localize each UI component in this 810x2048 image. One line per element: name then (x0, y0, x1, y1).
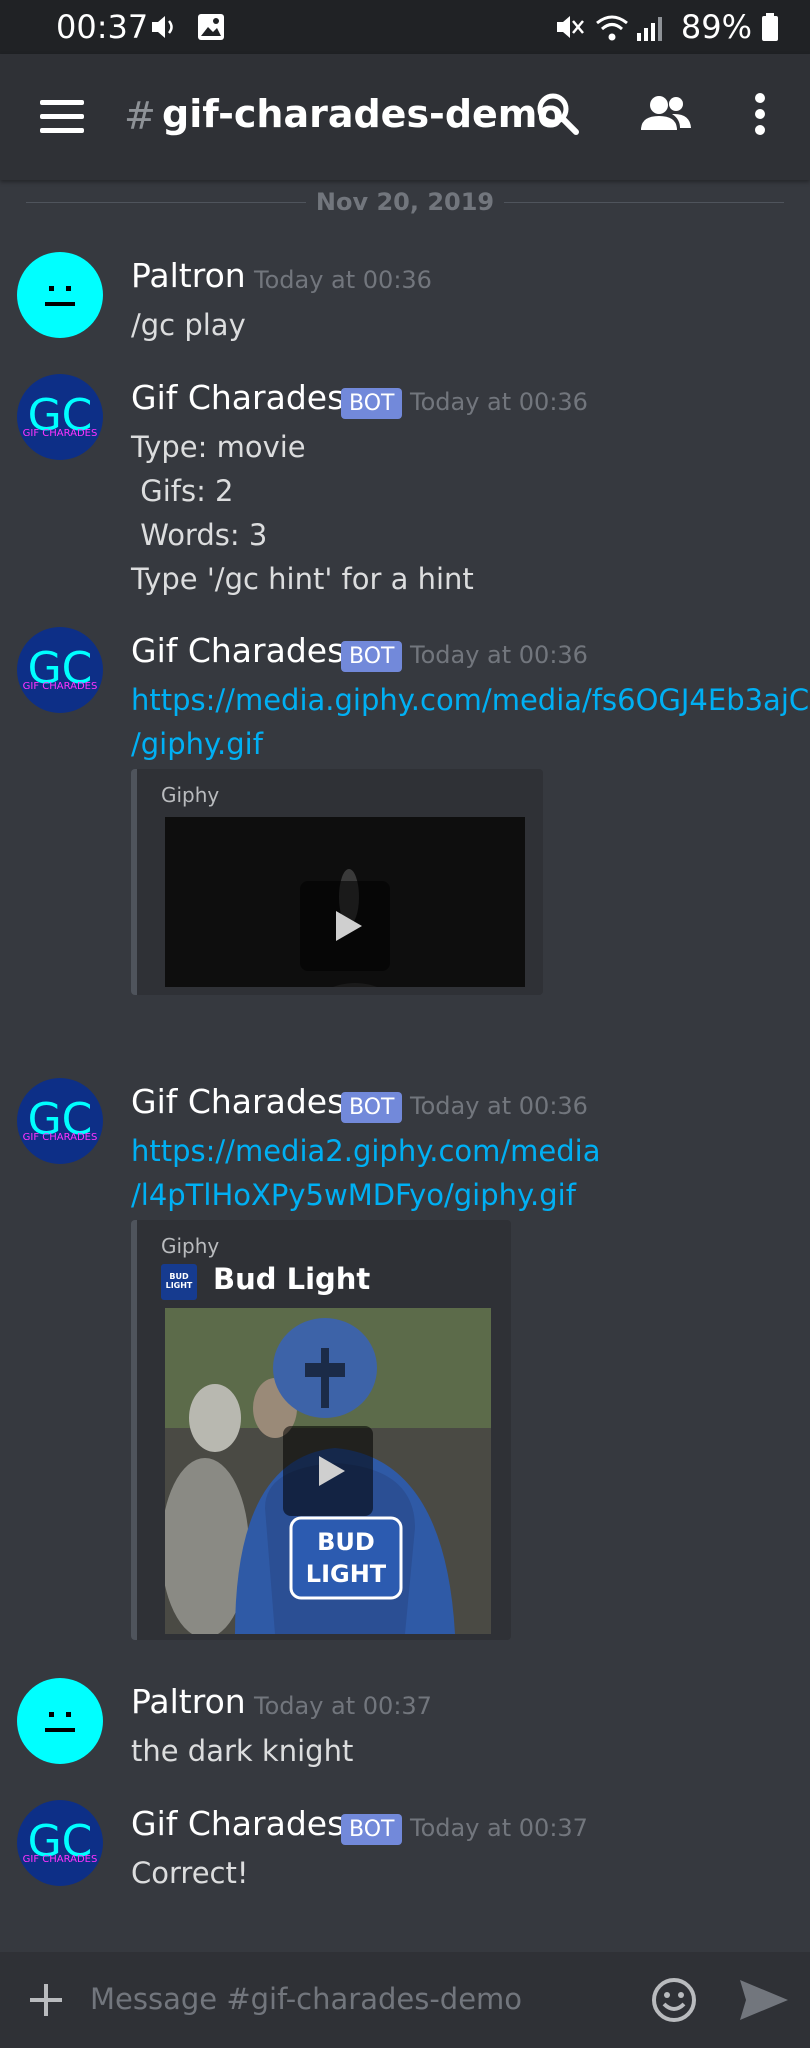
status-bar: 00:37 89% (0, 0, 810, 54)
svg-text:BUD: BUD (317, 1528, 375, 1556)
message-link[interactable]: /l4pTlHoXPy5wMDFyo/giphy.gif (131, 1178, 576, 1212)
play-icon (336, 911, 362, 941)
avatar-gif-charades[interactable]: GC GIF CHARADES (17, 1078, 103, 1164)
message-timestamp: Today at 00:36 (410, 641, 588, 669)
avatar-gif-charades[interactable]: GC GIF CHARADES (17, 1800, 103, 1886)
battery-icon (762, 13, 778, 41)
more-vertical-icon[interactable] (748, 90, 772, 138)
emoji-icon[interactable] (650, 1976, 698, 2024)
message-link[interactable]: https://media.giphy.com/media/fs6OGJ4Eb3… (131, 683, 809, 717)
message-text: Type '/gc hint' for a hint (131, 562, 474, 596)
channel-header: # gif-charades-demo (0, 54, 810, 180)
message-timestamp: Today at 00:37 (254, 1692, 432, 1720)
date-divider: Nov 20, 2019 (26, 188, 784, 218)
plus-icon[interactable] (26, 1980, 66, 2020)
message-author[interactable]: Gif Charades (131, 1804, 344, 1843)
message-text: Correct! (131, 1856, 249, 1890)
gif-preview-dark[interactable] (165, 817, 525, 987)
svg-text:GIF CHARADES: GIF CHARADES (23, 681, 98, 692)
message-input-bar: Message #gif-charades-demo (0, 1952, 810, 2048)
avatar-gif-charades[interactable]: GC GIF CHARADES (17, 627, 103, 713)
message-author[interactable]: Gif Charades (131, 378, 344, 417)
status-left-icons (150, 12, 230, 46)
message-text: /gc play (131, 308, 246, 342)
search-icon[interactable] (534, 90, 582, 138)
mute-icon (556, 16, 584, 38)
message-author[interactable]: Paltron (131, 256, 246, 295)
neutral-face-icon (45, 1712, 75, 1732)
svg-text:GIF CHARADES: GIF CHARADES (23, 1854, 98, 1865)
bot-tag: BOT (341, 1092, 403, 1123)
play-icon (319, 1456, 345, 1486)
wifi-icon (595, 15, 628, 41)
gif-charades-logo-icon: GC GIF CHARADES (23, 643, 98, 694)
message-timestamp: Today at 00:37 (410, 1814, 588, 1842)
gif-charades-logo-icon: GC GIF CHARADES (23, 1094, 98, 1145)
play-button[interactable] (283, 1426, 373, 1516)
status-right: 89% (553, 8, 780, 46)
hamburger-menu-icon[interactable] (40, 100, 86, 134)
gif-charades-logo-icon: GC GIF CHARADES (23, 1816, 98, 1867)
embed-provider[interactable]: Giphy (161, 783, 219, 807)
send-icon[interactable] (738, 1976, 790, 2024)
message-author[interactable]: Gif Charades (131, 631, 344, 670)
battery-percent: 89% (680, 8, 752, 46)
message-author[interactable]: Gif Charades (131, 1082, 344, 1121)
bot-tag: BOT (341, 1814, 403, 1845)
channel-hash-icon: # (124, 94, 156, 138)
bud-light-logo-icon: BUD LIGHT (161, 1264, 197, 1300)
message-text: the dark knight (131, 1734, 354, 1768)
channel-name[interactable]: gif-charades-demo (162, 92, 564, 136)
svg-text:GIF CHARADES: GIF CHARADES (23, 1132, 98, 1143)
message-text: Words: 3 (131, 518, 268, 552)
volume-icon (152, 16, 173, 38)
neutral-face-icon (45, 286, 75, 306)
giphy-embed: Giphy BUD LIGHT Bud Light BUD LIGHT (131, 1220, 511, 1640)
message-text: Type: movie (131, 430, 306, 464)
message-timestamp: Today at 00:36 (410, 388, 588, 416)
gif-preview-knight[interactable]: BUD LIGHT (165, 1308, 491, 1634)
message-link[interactable]: /giphy.gif (131, 727, 263, 761)
play-button[interactable] (300, 881, 390, 971)
avatar-gif-charades[interactable]: GC GIF CHARADES (17, 374, 103, 460)
status-time: 00:37 (56, 8, 149, 46)
avatar-paltron[interactable] (17, 252, 103, 338)
message-timestamp: Today at 00:36 (254, 266, 432, 294)
status-icons (556, 15, 662, 41)
giphy-embed: Giphy (131, 769, 543, 995)
bot-tag: BOT (341, 641, 403, 672)
message-timestamp: Today at 00:36 (410, 1092, 588, 1120)
bot-tag: BOT (341, 388, 403, 419)
avatar-paltron[interactable] (17, 1678, 103, 1764)
message-text: Gifs: 2 (131, 474, 234, 508)
message-author[interactable]: Paltron (131, 1682, 246, 1721)
svg-text:LIGHT: LIGHT (306, 1560, 387, 1588)
signal-icon (636, 17, 662, 41)
image-icon (198, 14, 224, 40)
members-icon[interactable] (638, 90, 694, 138)
svg-text:GIF CHARADES: GIF CHARADES (23, 428, 98, 439)
message-link[interactable]: https://media2.giphy.com/media (131, 1134, 600, 1168)
message-input[interactable]: Message #gif-charades-demo (90, 1982, 522, 2016)
embed-title[interactable]: Bud Light (213, 1262, 370, 1296)
embed-provider[interactable]: Giphy (161, 1234, 219, 1258)
gif-charades-logo-icon: GC GIF CHARADES (23, 390, 98, 441)
volume-and-image-icons (152, 14, 224, 40)
